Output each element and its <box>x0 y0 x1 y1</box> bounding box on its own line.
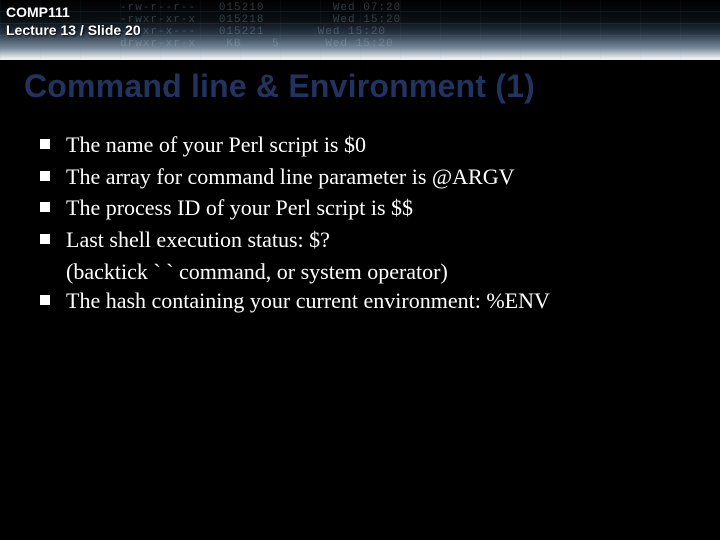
banner-ghost-text: drwxr-xr-x KB 5 Wed 15:20 <box>120 38 394 50</box>
bullet-marker-icon <box>40 139 50 149</box>
bullet-marker-icon <box>40 234 50 244</box>
lecture-slide-number: Lecture 13 / Slide 20 <box>6 22 141 40</box>
bullet-item: The array for command line parameter is … <box>40 162 680 192</box>
slide-body: The name of your Perl script is $0 The a… <box>40 130 680 318</box>
banner-ghost-text: -rwxr-x--- 015221 Wed 15:20 <box>120 26 386 38</box>
banner-ghost-text: -rw-r--r-- 015210 Wed 07:20 <box>120 2 401 14</box>
bullet-item: The hash containing your current environ… <box>40 286 680 316</box>
slide: -rw-r--r-- 015210 Wed 07:20 -rwxr-xr-x 0… <box>0 0 720 540</box>
bullet-marker-icon <box>40 202 50 212</box>
bullet-text: The process ID of your Perl script is $$ <box>66 193 680 223</box>
bullet-item: Last shell execution status: $? <box>40 225 680 255</box>
course-code: COMP111 <box>6 4 141 22</box>
slide-reference: COMP111 Lecture 13 / Slide 20 <box>6 4 141 39</box>
bullet-continuation: (backtick ` ` command, or system operato… <box>40 257 680 287</box>
bullet-marker-icon <box>40 171 50 181</box>
bullet-text: The hash containing your current environ… <box>66 286 680 316</box>
banner-ghost-text: -rwxr-xr-x 015218 Wed 15:20 <box>120 14 401 26</box>
bullet-text: Last shell execution status: $? <box>66 225 680 255</box>
bullet-item: The process ID of your Perl script is $$ <box>40 193 680 223</box>
slide-title: Command line & Environment (1) <box>24 68 535 105</box>
bullet-text: The array for command line parameter is … <box>66 162 680 192</box>
bullet-text: The name of your Perl script is $0 <box>66 130 680 160</box>
bullet-marker-icon <box>40 295 50 305</box>
bullet-item: The name of your Perl script is $0 <box>40 130 680 160</box>
